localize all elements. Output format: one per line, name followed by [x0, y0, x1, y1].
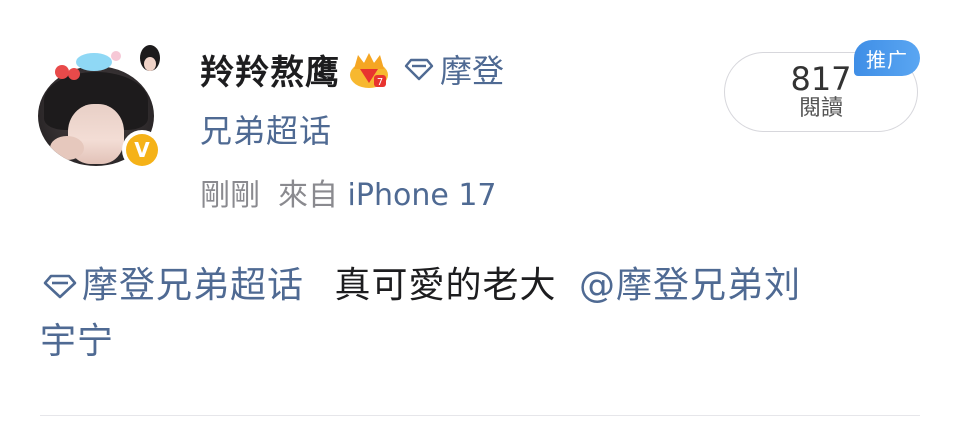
verified-badge-icon: V	[122, 130, 162, 170]
body-topic: 摩登兄弟超话	[82, 265, 305, 306]
body-mention[interactable]: @摩登兄弟刘	[579, 265, 801, 306]
post-time: 剛剛	[200, 178, 260, 213]
topic-suffix[interactable]: 兄弟超话	[200, 106, 332, 152]
divider	[40, 415, 920, 416]
source-device[interactable]: iPhone 17	[348, 178, 497, 213]
body-text: 真可愛的老大	[334, 265, 557, 306]
post-body: 摩登兄弟超话 真可愛的老大 @摩登兄弟刘 宇宁	[40, 258, 924, 370]
diamond-icon	[404, 58, 434, 81]
topic-prefix: 摩登	[440, 52, 505, 90]
user-avatar[interactable]: V	[38, 45, 164, 170]
avatar-decoration-icon	[55, 45, 160, 80]
post-source: 來自 iPhone 17	[278, 170, 497, 214]
diamond-icon	[43, 274, 77, 299]
svg-text:7: 7	[377, 77, 383, 88]
topic-link[interactable]: 摩登	[402, 46, 504, 92]
username[interactable]: 羚羚熬鹰	[200, 45, 340, 94]
avatar-hand	[50, 136, 84, 160]
body-mention-continued[interactable]: 宇宁	[40, 321, 114, 362]
read-count: 817	[790, 60, 852, 98]
promo-badge[interactable]: 推广	[854, 40, 920, 76]
post-header: 羚羚熬鹰 7 摩登	[200, 45, 504, 94]
read-label: 閱讀	[798, 96, 843, 121]
crown-badge-icon[interactable]: 7	[348, 49, 390, 89]
post-meta: 剛剛 來自 iPhone 17	[200, 170, 497, 214]
body-topic-link[interactable]: 摩登兄弟超话	[40, 265, 304, 306]
source-prefix: 來自	[278, 178, 338, 213]
